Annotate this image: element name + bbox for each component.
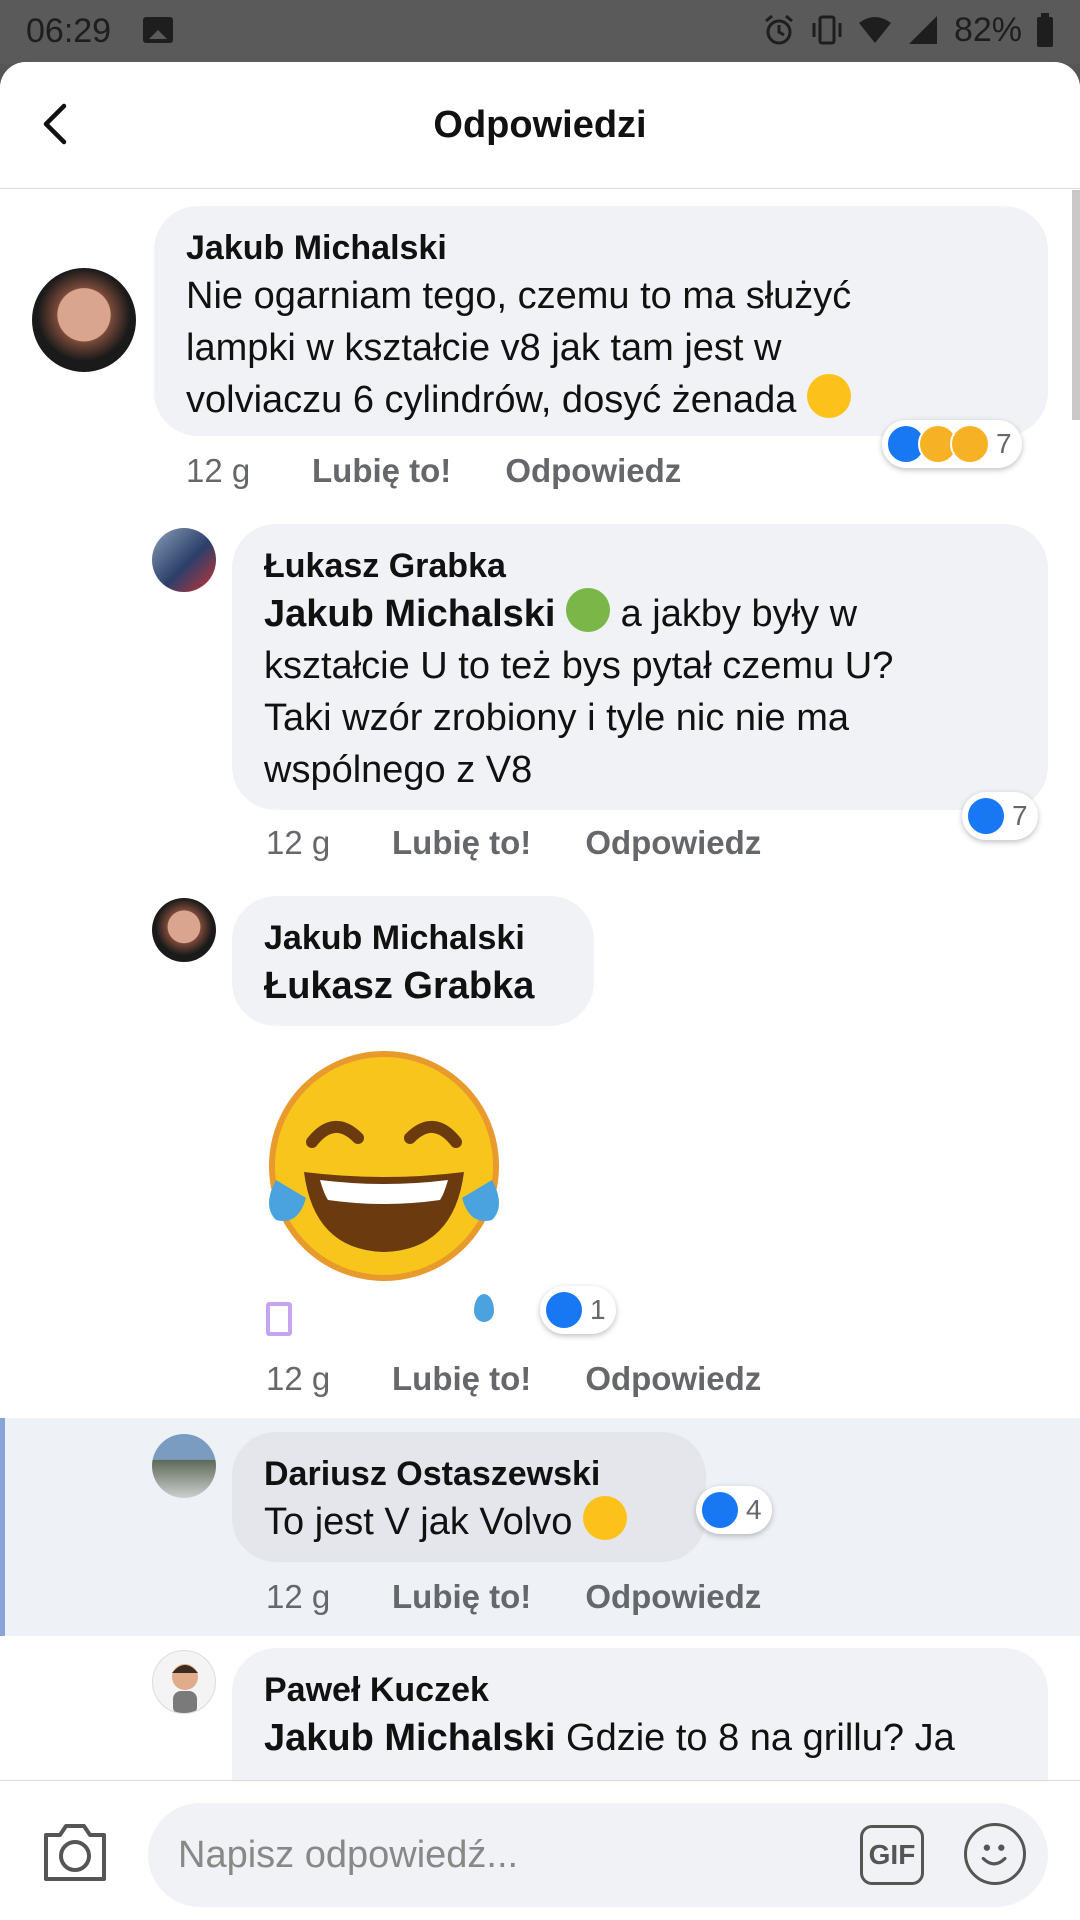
memoji-icon <box>172 1664 198 1713</box>
comment-author[interactable]: Łukasz Grabka <box>264 544 1016 588</box>
image-notification-icon <box>143 17 173 43</box>
avatar-lukasz[interactable] <box>152 528 216 592</box>
reactions-summary[interactable]: 7 <box>962 792 1038 840</box>
tongue-emoji-icon <box>582 1496 627 1540</box>
comment-line: lampki w kształcie v8 jak tam jest w <box>186 327 782 369</box>
scrollbar[interactable] <box>1072 190 1080 420</box>
comment-bubble: Jakub Michalski Nie ogarniam tego, czemu… <box>154 206 1048 436</box>
comment-line: kształcie U to też bys pytał czemu U? <box>264 645 894 687</box>
comment-time: 12 g <box>266 1360 331 1397</box>
status-bar: 06:29 82% <box>0 0 1080 64</box>
sad-reaction-icon <box>950 424 990 464</box>
avatar-pawel[interactable] <box>152 1650 216 1714</box>
reply-button[interactable]: Odpowiedz <box>585 1360 761 1398</box>
comment-time: 12 g <box>266 1578 331 1615</box>
comment-author[interactable]: Dariusz Ostaszewski <box>264 1452 674 1496</box>
mention-link[interactable]: Łukasz Grabka <box>264 960 562 1012</box>
mention-link[interactable]: Jakub Michalski <box>264 1717 555 1759</box>
reactions-summary[interactable]: 7 <box>882 420 1022 468</box>
comment-line: To jest V jak Volvo <box>264 1501 573 1543</box>
reply-button[interactable]: Odpowiedz <box>505 452 681 490</box>
like-button[interactable]: Lubię to! <box>312 452 451 490</box>
comment-line: Gdzie to 8 na grillu? Ja <box>566 1717 955 1759</box>
wifi-icon <box>858 17 891 43</box>
comment-line: a jakby były w <box>620 593 858 635</box>
comment-bubble: Dariusz Ostaszewski To jest V jak Volvo <box>232 1432 706 1562</box>
like-reaction-icon <box>966 796 1006 836</box>
comment-author[interactable]: Jakub Michalski <box>186 226 1016 270</box>
like-reaction-icon <box>544 1290 584 1330</box>
facepalm-emoji-icon <box>566 588 611 632</box>
comment-line: volviaczu 6 cylindrów, dosyć żenada <box>186 379 797 421</box>
comment-line: Taki wzór zrobiony i tyle nic nie ma <box>264 697 849 739</box>
comments-list[interactable]: Jakub Michalski Nie ogarniam tego, czemu… <box>0 190 1080 1780</box>
gif-button[interactable]: GIF <box>860 1825 924 1885</box>
reactions-summary[interactable]: 4 <box>696 1486 772 1534</box>
comment-author[interactable]: Paweł Kuczek <box>264 1668 1016 1712</box>
comment-author[interactable]: Jakub Michalski <box>264 916 562 960</box>
comment-bubble: Paweł Kuczek Jakub Michalski Gdzie to 8 … <box>232 1648 1048 1780</box>
avatar-jakub[interactable] <box>152 898 216 962</box>
status-right-icons: 82% <box>762 10 1054 50</box>
alarm-icon <box>764 14 793 45</box>
reactions-summary[interactable]: 1 <box>540 1286 616 1334</box>
signal-icon <box>908 16 937 44</box>
comment-actions: 12 g Lubię to! Odpowiedz <box>266 1360 761 1398</box>
like-reaction-icon <box>700 1490 740 1530</box>
avatar-dariusz[interactable] <box>152 1434 216 1498</box>
reply-button[interactable]: Odpowiedz <box>585 1578 761 1616</box>
emoji-picker-icon[interactable] <box>964 1823 1026 1885</box>
camera-icon[interactable] <box>40 1821 110 1883</box>
laughing-tears-sticker <box>269 1051 499 1281</box>
highlight-bar <box>0 1418 5 1636</box>
reply-button[interactable]: Odpowiedz <box>585 824 761 862</box>
drop-icon <box>474 1294 494 1322</box>
comment-line: Nie ogarniam tego, czemu to ma służyć <box>186 275 852 317</box>
avatar-jakub[interactable] <box>32 268 136 372</box>
comment-time: 12 g <box>186 452 251 489</box>
no-mouth-emoji-icon <box>807 374 851 418</box>
like-button[interactable]: Lubię to! <box>392 824 531 862</box>
comment-actions: 12 g Lubię to! Odpowiedz <box>266 1578 761 1616</box>
like-button[interactable]: Lubię to! <box>392 1360 531 1398</box>
reaction-count: 7 <box>996 428 1012 459</box>
comment-actions: 12 g Lubię to! Odpowiedz <box>266 824 761 862</box>
page-title: Odpowiedzi <box>433 104 647 146</box>
reaction-count: 7 <box>1012 800 1028 831</box>
status-time: 06:29 <box>26 12 112 50</box>
replies-sheet: Odpowiedzi Jakub Michalski Nie ogarniam … <box>0 62 1080 1920</box>
reaction-count: 1 <box>590 1294 606 1325</box>
header-bar: Odpowiedzi <box>0 62 1080 189</box>
comment-actions: 12 g Lubię to! Odpowiedz <box>186 452 681 490</box>
mention-link[interactable]: Jakub Michalski <box>264 593 555 635</box>
comment-bubble: Jakub Michalski Łukasz Grabka <box>232 896 594 1026</box>
vibrate-icon <box>812 15 842 45</box>
reaction-count: 4 <box>746 1494 762 1525</box>
sticker-pack-icon[interactable] <box>266 1302 292 1336</box>
battery-percent: 82% <box>953 10 1022 49</box>
reply-composer: GIF <box>0 1780 1080 1920</box>
comment-time: 12 g <box>266 824 331 861</box>
like-button[interactable]: Lubię to! <box>392 1578 531 1616</box>
battery-icon <box>1037 13 1053 47</box>
comment-bubble: Łukasz Grabka Jakub Michalski a jakby by… <box>232 524 1048 810</box>
comment-line: wspólnego z V8 <box>264 749 533 791</box>
